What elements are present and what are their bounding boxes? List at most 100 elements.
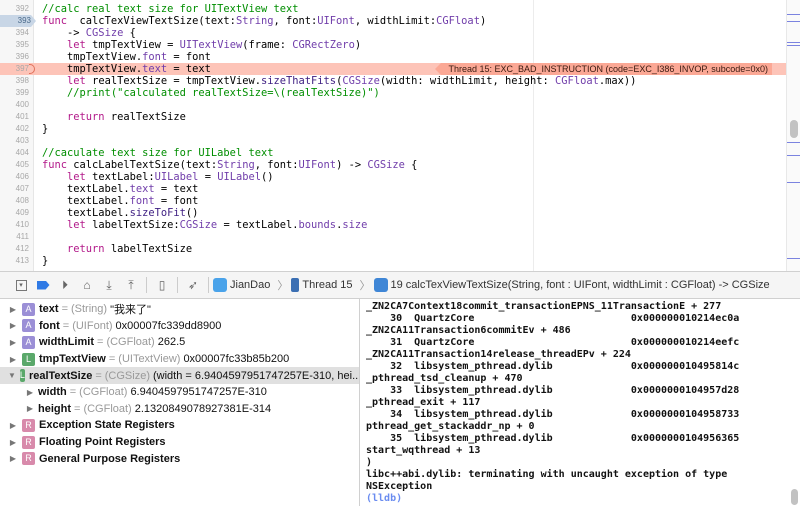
thread-name: Thread 15: [302, 279, 353, 291]
breakpoints-toggle-button[interactable]: [32, 276, 54, 294]
line-number[interactable]: 392: [0, 3, 29, 15]
variable-name: widthLimit: [39, 336, 94, 349]
code-text: let labelTextSize:CGSize = textLabel.bou…: [42, 219, 367, 231]
variable-row[interactable]: ▶ R General Purpose Registers: [0, 450, 359, 467]
disclosure-collapsed-icon[interactable]: ▶: [8, 355, 18, 364]
simulate-location-button[interactable]: ➶: [182, 276, 204, 294]
console-scroll-thumb[interactable]: [791, 489, 798, 505]
console-output[interactable]: _ZN2CA7Context18commit_transactionEPNS_1…: [361, 299, 800, 506]
step-out-button[interactable]: ⤒: [120, 276, 142, 294]
variables-view[interactable]: ▶ Atext = (String) "我来了" ▶ Afont = (UIFont) 0x000…: [0, 299, 360, 506]
console-line: 33 libsystem_pthread.dylib 0x00000001049…: [366, 385, 740, 396]
variable-row[interactable]: ▶ Atext = (String) "我来了": [0, 301, 359, 318]
variable-value: 0x00007fc339dd8900: [115, 319, 222, 332]
breadcrumb-app[interactable]: JianDao: [213, 278, 270, 292]
code-line[interactable]: 403: [0, 135, 786, 147]
variable-value: "我来了": [110, 304, 151, 317]
code-line[interactable]: 406 let textLabel:UILabel = UILabel(): [0, 171, 786, 183]
line-number[interactable]: 401: [0, 111, 29, 123]
step-over-icon: ⌂: [83, 278, 91, 292]
line-number[interactable]: 395: [0, 39, 29, 51]
code-line[interactable]: 402}: [0, 123, 786, 135]
line-number[interactable]: 403: [0, 135, 29, 147]
variable-kind-icon: R: [22, 435, 35, 449]
console-line: 30 QuartzCore 0x000000010214ec0a: [366, 313, 740, 324]
line-number[interactable]: 393: [0, 15, 36, 27]
code-line[interactable]: 392 //calc real text size for UITextView …: [0, 3, 786, 15]
step-into-icon: ⤓: [106, 277, 112, 292]
line-number[interactable]: 413: [0, 255, 29, 267]
code-line[interactable]: 401 return realTextSize: [0, 111, 786, 123]
variable-row[interactable]: ▶ width = (CGFloat) 6.9404597951747257E-310: [0, 384, 359, 401]
error-annotation[interactable]: Thread 15: EXC_BAD_INSTRUCTION (code=EXC…: [434, 63, 772, 75]
code-line[interactable]: 393 func calcTexViewTextSize(text:String,…: [0, 15, 786, 27]
variable-row[interactable]: ▶ Afont = (UIFont) 0x00007fc339dd8900: [0, 318, 359, 335]
view-debugger-button[interactable]: ▯: [151, 276, 173, 294]
variable-row[interactable]: ▶ height = (CGFloat) 2.1320849078927381E-314: [0, 401, 359, 418]
breadcrumb-thread[interactable]: Thread 15: [291, 278, 353, 292]
variable-row[interactable]: ▼ LrealTextSize = (CGSize) (width = 6.940459…: [0, 367, 359, 384]
code-line[interactable]: 408 textLabel.font = font: [0, 195, 786, 207]
lldb-prompt[interactable]: (lldb): [366, 493, 402, 505]
code-line[interactable]: 412 return labelTextSize: [0, 243, 786, 255]
step-over-button[interactable]: ⌂: [76, 276, 98, 294]
variable-row[interactable]: ▶ R Exception State Registers: [0, 417, 359, 434]
code-token: tmpTextView.: [42, 63, 143, 75]
line-number[interactable]: 406: [0, 171, 29, 183]
disclosure-collapsed-icon[interactable]: ▶: [8, 338, 18, 347]
breadcrumb-frame[interactable]: 19 calcTexViewTextSize(String, font : UI…: [373, 278, 770, 292]
disclosure-collapsed-icon[interactable]: ▶: [8, 438, 18, 447]
line-number[interactable]: 399: [0, 87, 29, 99]
line-number[interactable]: 411: [0, 231, 29, 243]
line-number[interactable]: 398: [0, 75, 29, 87]
disclosure-collapsed-icon[interactable]: ▶: [8, 454, 18, 463]
line-number[interactable]: 404: [0, 147, 29, 159]
scroll-thumb[interactable]: [790, 120, 798, 138]
code-line[interactable]: 405 func calcLabelTextSize(text:String, f…: [0, 159, 786, 171]
code-text: tmpTextView.text = text: [42, 63, 211, 75]
console-line: 34 libsystem_pthread.dylib 0x00000001049…: [366, 409, 740, 420]
code-text: //caculate text size for UILabel text: [42, 147, 273, 159]
continue-button[interactable]: ⏵: [54, 276, 76, 294]
code-line[interactable]: 396 tmpTextView.font = font: [0, 51, 786, 63]
code-line[interactable]: 410 let labelTextSize:CGSize = textLabel…: [0, 219, 786, 231]
line-number[interactable]: 400: [0, 99, 29, 111]
line-number[interactable]: 412: [0, 243, 29, 255]
line-number[interactable]: 394: [0, 27, 29, 39]
code-token: font: [142, 51, 168, 63]
code-line[interactable]: 400: [0, 99, 786, 111]
code-line[interactable]: 407 textLabel.text = text: [0, 183, 786, 195]
line-number[interactable]: 410: [0, 219, 29, 231]
code-line[interactable]: 397 tmpTextView.text = text Thread 15: EX…: [0, 63, 786, 75]
code-line[interactable]: 399 //print("calculated realTextSize=\(r…: [0, 87, 786, 99]
code-line[interactable]: 413}: [0, 255, 786, 267]
step-into-button[interactable]: ⤓: [98, 276, 120, 294]
line-number[interactable]: 407: [0, 183, 29, 195]
disclosure-collapsed-icon[interactable]: ▶: [8, 305, 18, 314]
code-line[interactable]: 404 //caculate text size for UILabel text: [0, 147, 786, 159]
line-number[interactable]: 408: [0, 195, 29, 207]
line-number[interactable]: 396: [0, 51, 29, 63]
line-number[interactable]: 402: [0, 123, 29, 135]
code-text: //print("calculated realTextSize=\(realT…: [42, 87, 380, 99]
code-line[interactable]: 411: [0, 231, 786, 243]
disclosure-collapsed-icon[interactable]: ▶: [8, 421, 18, 430]
disclosure-expanded-icon[interactable]: ▼: [8, 371, 16, 380]
editor-scrollbar[interactable]: [786, 0, 800, 271]
disclosure-collapsed-icon[interactable]: ▶: [25, 388, 35, 397]
code-line[interactable]: 398 let realTextSize = tmpTextView.sizeT…: [0, 75, 786, 87]
source-editor[interactable]: 391392//calc real text size for UITextVi…: [0, 0, 800, 271]
code-line[interactable]: 395 let tmpTextView = UITextView(frame: …: [0, 39, 786, 51]
disclosure-collapsed-icon[interactable]: ▶: [8, 321, 18, 330]
line-number[interactable]: 397: [0, 63, 29, 75]
line-number[interactable]: 409: [0, 207, 29, 219]
line-number[interactable]: 405: [0, 159, 29, 171]
variable-row[interactable]: ▶ AwidthLimit = (CGFloat) 262.5: [0, 334, 359, 351]
variable-row[interactable]: ▶ R Floating Point Registers: [0, 434, 359, 451]
variable-row[interactable]: ▶ LtmpTextView = (UITextView) 0x00007fc33b85…: [0, 351, 359, 368]
hide-debug-area-button[interactable]: ▾: [10, 276, 32, 294]
disclosure-collapsed-icon[interactable]: ▶: [25, 404, 35, 413]
code-line[interactable]: 409 textLabel.sizeToFit(): [0, 207, 786, 219]
code-line[interactable]: 394 -> CGSize {: [0, 27, 786, 39]
code-text: let tmpTextView = UITextView(frame: CGRe…: [42, 39, 361, 51]
